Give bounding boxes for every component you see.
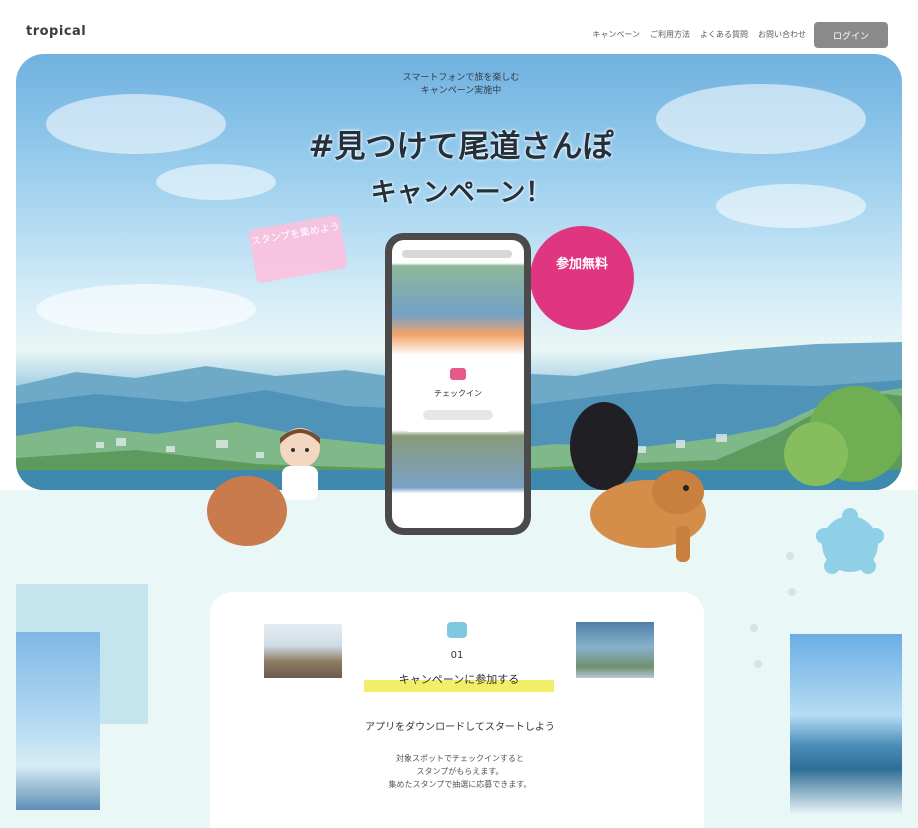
- step-description-line: スタンプがもらえます。: [416, 767, 504, 776]
- step-description-line: 対象スポットでチェックインすると: [396, 754, 524, 763]
- phone-card-text: チェックイン: [434, 389, 482, 398]
- scenery-photo-right: [790, 634, 902, 814]
- login-button[interactable]: ログイン: [814, 22, 888, 48]
- boy-character-illustration: [280, 428, 320, 500]
- step-card: 01 キャンペーンに参加する アプリをダウンロードしてスタートしよう 対象スポッ…: [210, 592, 704, 828]
- phone-checkin-card: チェックイン: [404, 358, 512, 432]
- step-subtitle: アプリをダウンロードしてスタートしよう: [365, 722, 555, 733]
- step-heading: キャンペーンに参加する: [364, 670, 554, 692]
- step-photo-left: [264, 624, 342, 678]
- hero-title-line-1: #見つけて尾道さんぽ: [308, 129, 614, 165]
- phone-mockup: チェックイン: [385, 233, 531, 535]
- hero-tagline-line: スマートフォンで旅を楽しむ: [402, 73, 520, 83]
- step-number: 01: [450, 650, 464, 661]
- phone-card-icon: [450, 368, 466, 380]
- hero-title: #見つけて尾道さんぽ キャンペーン！: [266, 124, 656, 216]
- scenery-photo-left: [16, 632, 100, 810]
- hero-tagline-line: キャンペーン実施中: [420, 86, 502, 96]
- phone-bottom-button: [412, 502, 504, 516]
- dog-character-illustration: [570, 402, 706, 562]
- hero-tagline: スマートフォンで旅を楽しむ キャンペーン実施中: [316, 72, 606, 98]
- step-icon: [447, 622, 467, 638]
- step-description: 対象スポットでチェックインすると スタンプがもらえます。 集めたスタンプで抽選に…: [330, 752, 590, 791]
- free-badge: 参加無料: [530, 226, 634, 330]
- site-logo[interactable]: tropical: [26, 24, 86, 39]
- step-description-line: 集めたスタンプで抽選に応募できます。: [388, 780, 532, 789]
- nav-link-campaign[interactable]: キャンペーン: [592, 29, 640, 40]
- nav-link-contact[interactable]: お問い合わせ: [758, 29, 806, 40]
- phone-status-bar: [402, 250, 512, 258]
- phone-screen: チェックイン: [392, 240, 524, 528]
- phone-card-button: [423, 410, 493, 420]
- step-photo-right: [576, 622, 654, 678]
- paw-icon: [816, 508, 884, 574]
- site-header: tropical キャンペーン ご利用方法 よくある質問 お問い合わせ ログイン: [0, 0, 918, 52]
- nav-link-faq[interactable]: よくある質問: [700, 29, 748, 40]
- nav-link-how-to-use[interactable]: ご利用方法: [650, 29, 690, 40]
- main-nav: キャンペーン ご利用方法 よくある質問 お問い合わせ: [592, 29, 806, 40]
- hero-title-line-2: キャンペーン！: [370, 178, 552, 208]
